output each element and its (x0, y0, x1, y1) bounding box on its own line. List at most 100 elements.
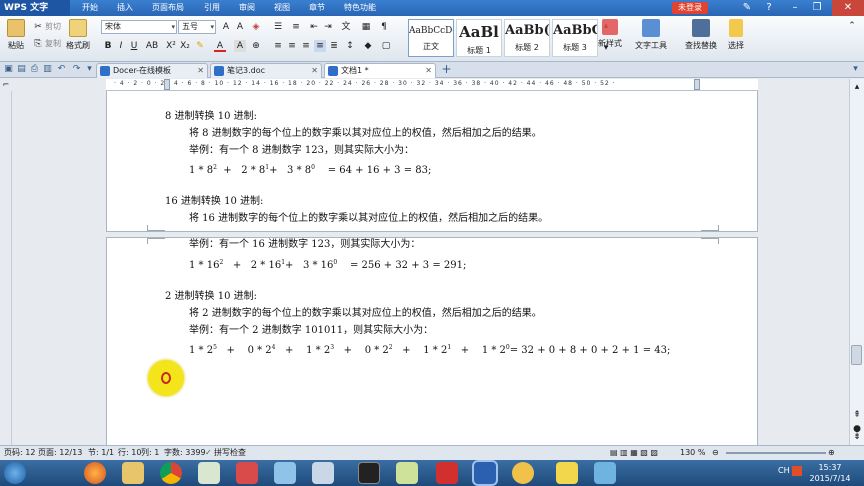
new-style-button[interactable]: 新样式 (590, 19, 630, 59)
app-icon[interactable] (274, 462, 296, 484)
firefox-icon[interactable] (84, 462, 106, 484)
save-icon[interactable]: ▤ (16, 64, 27, 75)
restore-icon[interactable]: ❐ (808, 0, 826, 16)
justify-icon[interactable]: ≡ (314, 40, 326, 52)
live-icon[interactable] (436, 462, 458, 484)
align-center-icon[interactable]: ≡ (286, 40, 298, 52)
menu-chapter[interactable]: 章节 (309, 0, 325, 16)
menu-view[interactable]: 视图 (274, 0, 290, 16)
menu-references[interactable]: 引用 (204, 0, 220, 16)
menu-review[interactable]: 审阅 (239, 0, 255, 16)
menu-features[interactable]: 特色功能 (344, 0, 376, 16)
menu-start[interactable]: 开始 (82, 0, 98, 16)
vertical-scrollbar[interactable]: ▴ ⇞ ● ⇟ (849, 79, 864, 445)
format-painter-button[interactable]: 格式刷 (66, 19, 90, 59)
status-spell[interactable]: 拼写检查 (214, 446, 246, 460)
tab-stop-icon[interactable]: ⌐ (0, 79, 12, 91)
page-upper[interactable]: 8 进制转换 10 进制: 将 8 进制数字的每个位上的数字乘以其对应位上的权值… (106, 91, 758, 231)
underline-icon[interactable]: U (128, 40, 140, 52)
app-icon[interactable] (396, 462, 418, 484)
tab-close-icon[interactable]: ✕ (311, 64, 318, 78)
undo-icon[interactable]: ↶ (56, 64, 67, 75)
chrome-icon[interactable] (160, 462, 182, 484)
tab-list-icon[interactable]: ▾ (850, 64, 861, 75)
explorer-icon[interactable] (122, 462, 144, 484)
table-icon[interactable]: ▦ (360, 21, 372, 33)
subscript-icon[interactable]: X₂ (179, 40, 191, 52)
tab-notes3[interactable]: 笔记3.doc ✕ (210, 63, 322, 78)
spell-check-icon[interactable]: ✓ (205, 446, 212, 460)
app-icon[interactable] (312, 462, 334, 484)
superscript-icon[interactable]: X² (165, 40, 177, 52)
font-family-select[interactable]: 宋体 ▾ (101, 20, 177, 34)
start-icon[interactable] (4, 462, 26, 484)
clear-format-icon[interactable]: ◈ (250, 21, 262, 33)
status-words[interactable]: 字数: 3399 (164, 446, 206, 460)
select-button[interactable]: 选择 (722, 19, 750, 59)
increase-indent-icon[interactable]: ⇥ (322, 21, 334, 33)
vertical-ruler[interactable] (0, 91, 12, 445)
view-mode-icons[interactable]: ▤ ▥ ▦ ▧ ▨ (610, 446, 658, 460)
distribute-icon[interactable]: ≣ (328, 40, 340, 52)
highlight-icon[interactable]: ✎ (194, 40, 206, 52)
paste-button[interactable]: 粘贴 (4, 19, 28, 59)
zoom-in-icon[interactable]: ⊕ (828, 446, 835, 460)
numbering-icon[interactable]: ≡ (290, 21, 302, 33)
close-icon[interactable]: ✕ (832, 0, 864, 16)
right-indent-marker[interactable] (694, 79, 700, 90)
scroll-thumb[interactable] (851, 345, 862, 365)
find-replace-button[interactable]: 查找替换 (680, 19, 722, 59)
bold-icon[interactable]: B (102, 40, 114, 52)
decrease-indent-icon[interactable]: ⇤ (308, 21, 320, 33)
tab-document1[interactable]: 文档1 * ✕ (324, 63, 436, 78)
style-heading-2[interactable]: AaBb( 标题 2 (504, 19, 550, 57)
app-icon[interactable] (236, 462, 258, 484)
align-right-icon[interactable]: ≡ (300, 40, 312, 52)
app-icon[interactable] (198, 462, 220, 484)
menu-insert[interactable]: 插入 (117, 0, 133, 16)
tab-close-icon[interactable]: ✕ (197, 64, 204, 78)
shrink-font-icon[interactable]: A (234, 21, 246, 33)
terminal-icon[interactable] (358, 462, 380, 484)
open-icon[interactable]: ▣ (3, 64, 14, 75)
wps-writer-icon[interactable] (474, 462, 496, 484)
style-heading-1[interactable]: AaBl 标题 1 (456, 19, 502, 57)
minimize-icon[interactable]: – (786, 0, 804, 16)
login-button[interactable]: 未登录 (672, 2, 708, 14)
prev-page-icon[interactable]: ⇞ (851, 409, 863, 421)
ribbon-collapse-icon[interactable]: ⌃ (846, 20, 858, 32)
horizontal-ruler[interactable]: · 4 · 2 · 0 · 2 · 4 · 6 · 8 · 10 · 12 · … (106, 79, 758, 91)
chinese-layout-icon[interactable]: 文 (340, 21, 352, 33)
redo-icon[interactable]: ↷ (71, 64, 82, 75)
status-zoom[interactable]: 130 % (680, 446, 705, 460)
style-normal[interactable]: AaBbCcDd 正文 (408, 19, 454, 57)
line-spacing-icon[interactable]: ↕ (344, 40, 356, 52)
scroll-up-icon[interactable]: ▴ (851, 81, 863, 93)
cut-icon[interactable]: ✂ (32, 21, 44, 33)
char-border-icon[interactable]: ⊕ (250, 40, 262, 52)
app-icon[interactable] (512, 462, 534, 484)
tray-lang[interactable]: CH (778, 466, 790, 475)
help-app-icon[interactable] (556, 462, 578, 484)
next-page-icon[interactable]: ⇟ (851, 431, 863, 443)
align-left-icon[interactable]: ≡ (272, 40, 284, 52)
print-icon[interactable]: ⎙ (29, 64, 40, 75)
zoom-out-icon[interactable]: ⊖ (712, 446, 719, 460)
border-icon[interactable]: ▢ (380, 40, 392, 52)
text-tools-button[interactable]: 文字工具 (630, 19, 672, 59)
font-size-select[interactable]: 五号 ▾ (178, 20, 216, 34)
quick-access-more-icon[interactable]: ▾ (84, 64, 95, 75)
status-pages[interactable]: 页面: 12/13 (38, 446, 82, 460)
copy-icon[interactable]: ⎘ (32, 38, 44, 50)
char-shading-icon[interactable]: A (234, 40, 246, 52)
tab-docer[interactable]: Docer-在线模板 ✕ (96, 63, 208, 78)
italic-icon[interactable]: I (115, 40, 127, 52)
ruler-corner[interactable]: ⌐ (0, 79, 12, 91)
strikethrough-icon[interactable]: AB (144, 40, 160, 52)
menu-page-layout[interactable]: 页面布局 (152, 0, 184, 16)
new-tab-icon[interactable]: + (441, 63, 452, 75)
shading-icon[interactable]: ◆ (362, 40, 374, 52)
zoom-slider[interactable] (726, 452, 826, 454)
app-menu-button[interactable]: WPS 文字 (0, 0, 70, 16)
clock[interactable]: 15:37 2015/7/14 (800, 462, 860, 484)
